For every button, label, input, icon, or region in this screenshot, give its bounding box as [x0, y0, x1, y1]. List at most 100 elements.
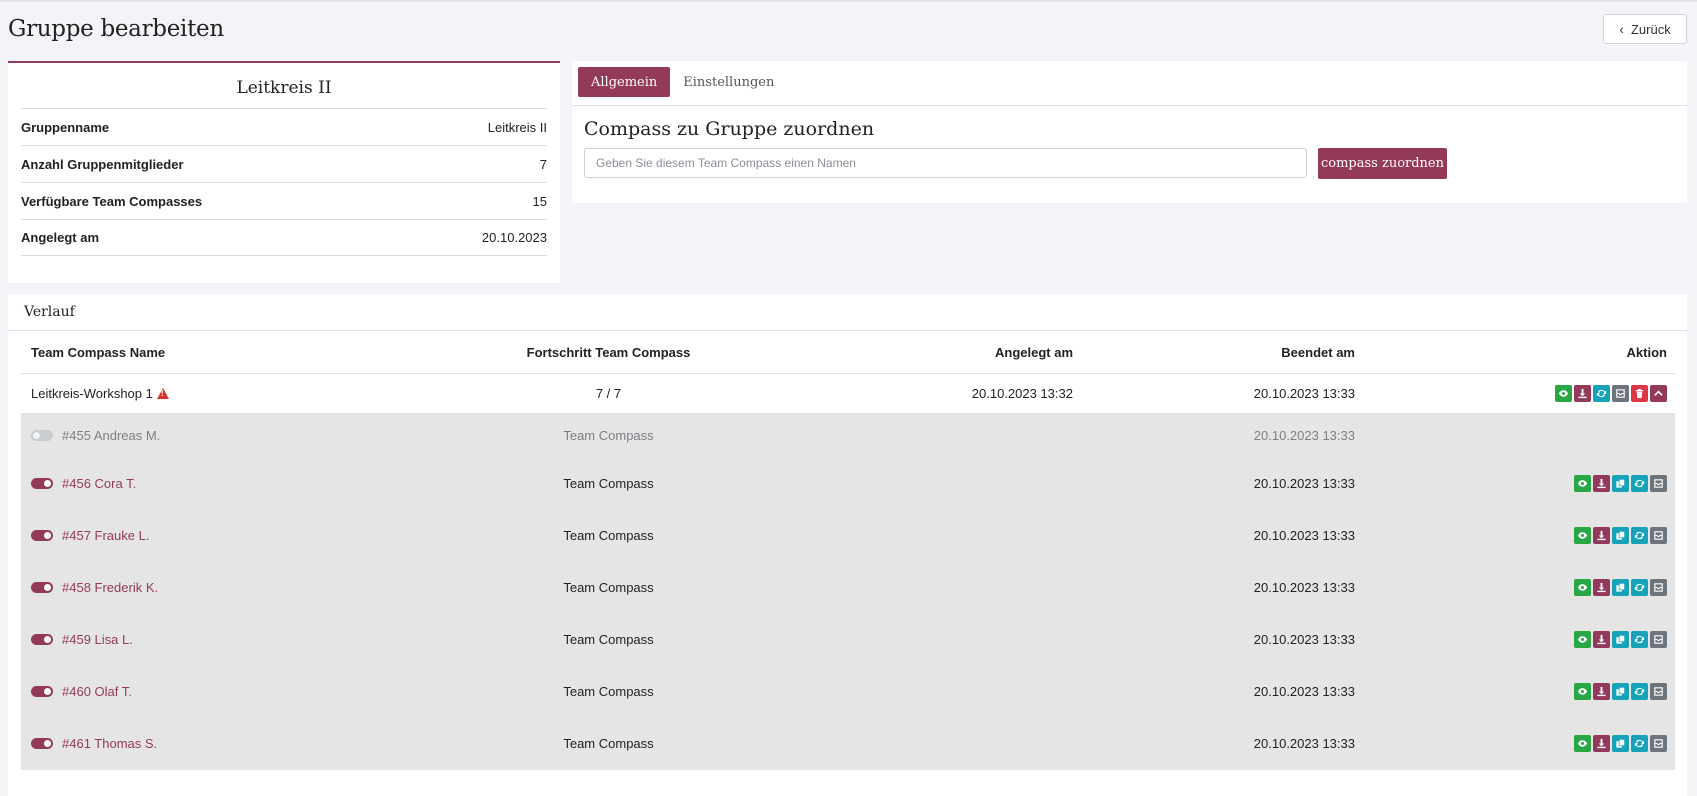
- info-label: Verfügbare Team Compasses: [21, 193, 203, 209]
- col-header-name: Team Compass Name: [31, 344, 166, 360]
- archive-icon[interactable]: [1612, 385, 1629, 402]
- refresh-icon[interactable]: [1631, 682, 1648, 700]
- copy-icon[interactable]: [1612, 735, 1629, 752]
- eye-icon[interactable]: [1574, 682, 1591, 700]
- download-icon[interactable]: [1593, 578, 1610, 596]
- compass-actions: [1355, 385, 1675, 402]
- member-name-cell: #460 Olaf T.: [21, 684, 441, 699]
- table-row-member: #458 Frederik K. Team Compass 20.10.2023…: [21, 561, 1675, 613]
- compass-name-input[interactable]: [584, 148, 1307, 178]
- member-toggle[interactable]: [31, 477, 53, 489]
- download-icon[interactable]: [1593, 630, 1610, 648]
- download-icon[interactable]: [1593, 735, 1610, 752]
- info-label: Anzahl Gruppenmitglieder: [21, 156, 184, 172]
- member-actions: [1355, 735, 1675, 752]
- refresh-icon[interactable]: [1631, 578, 1648, 596]
- copy-icon[interactable]: [1612, 682, 1629, 700]
- member-actions: [1355, 630, 1675, 648]
- compass-progress: 7 / 7: [595, 386, 622, 401]
- tab-einstellungen[interactable]: Einstellungen: [670, 67, 787, 97]
- member-name[interactable]: #460 Olaf T.: [62, 684, 132, 699]
- member-type: Team Compass: [563, 475, 654, 491]
- col-header-action: Aktion: [1355, 345, 1675, 360]
- table-row-member: #456 Cora T. Team Compass 20.10.2023 13:…: [21, 457, 1675, 509]
- refresh-icon[interactable]: [1631, 526, 1648, 544]
- col-header-created: Angelegt am: [994, 344, 1073, 360]
- archive-icon[interactable]: [1650, 682, 1667, 700]
- download-icon[interactable]: [1574, 385, 1591, 402]
- member-finished: 20.10.2023 13:33: [1253, 683, 1355, 699]
- assign-compass-title: Compass zu Gruppe zuordnen: [584, 118, 875, 140]
- eye-icon[interactable]: [1555, 385, 1572, 402]
- member-name-cell: #461 Thomas S.: [21, 736, 441, 751]
- compass-finished: 20.10.2023 13:33: [1253, 386, 1355, 401]
- member-actions: [1355, 526, 1675, 544]
- group-info-table: Gruppenname Leitkreis II Anzahl Gruppenm…: [21, 108, 547, 256]
- download-icon[interactable]: [1593, 474, 1610, 492]
- eye-icon[interactable]: [1574, 474, 1591, 492]
- table-row-compass: Leitkreis-Workshop 1 7 / 7 20.10.2023 13…: [21, 374, 1675, 414]
- member-toggle[interactable]: [31, 529, 53, 541]
- group-info-title: Leitkreis II: [236, 78, 332, 98]
- member-type: Team Compass: [563, 527, 654, 543]
- back-button-label: Zurück: [1630, 21, 1671, 37]
- member-toggle[interactable]: [31, 581, 53, 593]
- col-header-progress: Fortschritt Team Compass: [526, 344, 691, 360]
- member-name[interactable]: #461 Thomas S.: [62, 736, 157, 751]
- trash-icon[interactable]: [1631, 385, 1648, 402]
- eye-icon[interactable]: [1574, 526, 1591, 544]
- eye-icon[interactable]: [1574, 735, 1591, 752]
- refresh-icon[interactable]: [1631, 474, 1648, 492]
- info-row-created: Angelegt am 20.10.2023: [21, 219, 547, 256]
- history-title: Verlauf: [8, 294, 1687, 331]
- member-toggle[interactable]: [31, 685, 53, 697]
- compass-name: Leitkreis-Workshop 1: [31, 386, 153, 401]
- archive-icon[interactable]: [1650, 735, 1667, 752]
- table-row-member: #457 Frauke L. Team Compass 20.10.2023 1…: [21, 509, 1675, 561]
- member-toggle[interactable]: [31, 430, 53, 441]
- download-icon[interactable]: [1593, 526, 1610, 544]
- compass-created: 20.10.2023 13:32: [971, 386, 1073, 401]
- member-finished: 20.10.2023 13:33: [1253, 428, 1355, 443]
- member-toggle[interactable]: [31, 633, 53, 645]
- member-name-cell: #459 Lisa L.: [21, 632, 441, 647]
- member-name[interactable]: #458 Frederik K.: [62, 580, 158, 595]
- download-icon[interactable]: [1593, 682, 1610, 700]
- col-header-finished: Beendet am: [1281, 344, 1355, 360]
- member-name-cell: #456 Cora T.: [21, 476, 441, 491]
- eye-icon[interactable]: [1574, 630, 1591, 648]
- eye-icon[interactable]: [1574, 578, 1591, 596]
- member-name[interactable]: #459 Lisa L.: [62, 632, 133, 647]
- member-name-cell: #458 Frederik K.: [21, 580, 441, 595]
- col-header-action-label: Aktion: [1626, 344, 1667, 360]
- table-row-member: #455 Andreas M. Team Compass 20.10.2023 …: [21, 414, 1675, 457]
- member-finished: 20.10.2023 13:33: [1253, 475, 1355, 491]
- tab-allgemein[interactable]: Allgemein: [578, 67, 671, 97]
- member-type: Team Compass: [563, 736, 654, 751]
- archive-icon[interactable]: [1650, 526, 1667, 544]
- info-row-groupname: Gruppenname Leitkreis II: [21, 108, 547, 145]
- copy-icon[interactable]: [1612, 526, 1629, 544]
- refresh-icon[interactable]: [1631, 630, 1648, 648]
- member-toggle[interactable]: [31, 738, 53, 749]
- archive-icon[interactable]: [1650, 474, 1667, 492]
- copy-icon[interactable]: [1612, 578, 1629, 596]
- info-value: 7: [539, 156, 547, 172]
- archive-icon[interactable]: [1650, 578, 1667, 596]
- member-name[interactable]: #455 Andreas M.: [62, 428, 160, 443]
- archive-icon[interactable]: [1650, 630, 1667, 648]
- table-row-member: #459 Lisa L. Team Compass 20.10.2023 13:…: [21, 613, 1675, 665]
- member-actions: [1355, 578, 1675, 596]
- refresh-icon[interactable]: [1593, 385, 1610, 402]
- refresh-icon[interactable]: [1631, 735, 1648, 752]
- compass-name-cell: Leitkreis-Workshop 1: [21, 386, 441, 401]
- back-button[interactable]: ‹ Zurück: [1603, 14, 1687, 44]
- copy-icon[interactable]: [1612, 474, 1629, 492]
- assign-compass-button[interactable]: compass zuordnen: [1318, 148, 1447, 179]
- copy-icon[interactable]: [1612, 630, 1629, 648]
- member-name[interactable]: #457 Frauke L.: [62, 528, 149, 543]
- member-name[interactable]: #456 Cora T.: [62, 476, 136, 491]
- chevron-left-icon: ‹: [1619, 21, 1624, 37]
- member-name-cell: #455 Andreas M.: [21, 428, 441, 443]
- chevron-up-icon[interactable]: [1650, 385, 1667, 402]
